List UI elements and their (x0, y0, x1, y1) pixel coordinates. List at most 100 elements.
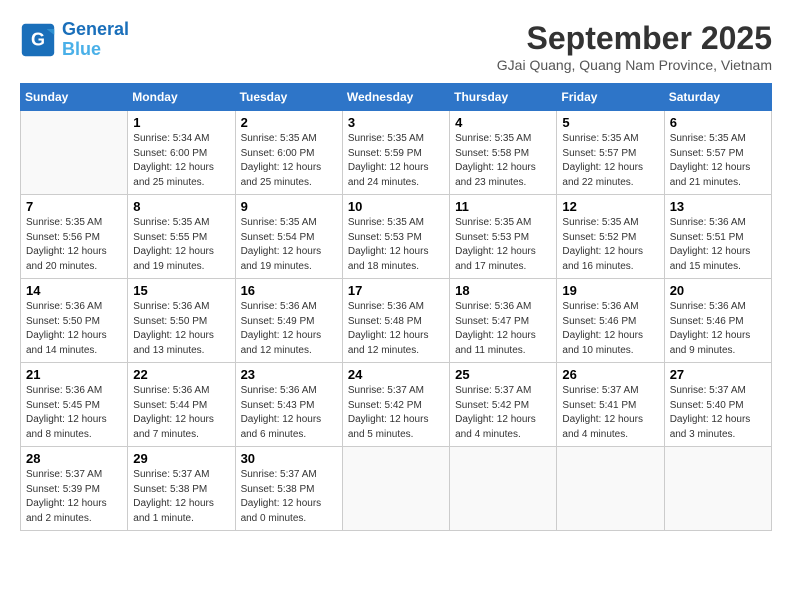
day-info: Sunrise: 5:36 AM Sunset: 5:43 PM Dayligh… (241, 384, 337, 442)
day-info: Sunrise: 5:35 AM Sunset: 5:57 PM Dayligh… (562, 132, 658, 190)
column-header-sunday: Sunday (21, 84, 128, 111)
calendar-cell: 26 Sunrise: 5:37 AM Sunset: 5:41 PM Dayli… (557, 363, 664, 447)
day-number: 12 (562, 199, 658, 214)
day-info: Sunrise: 5:36 AM Sunset: 5:46 PM Dayligh… (562, 300, 658, 358)
month-title: September 2025 (497, 20, 772, 57)
day-number: 10 (348, 199, 444, 214)
day-info: Sunrise: 5:37 AM Sunset: 5:40 PM Dayligh… (670, 384, 766, 442)
calendar-cell (557, 447, 664, 531)
column-header-friday: Friday (557, 84, 664, 111)
day-number: 13 (670, 199, 766, 214)
day-number: 25 (455, 367, 551, 382)
day-info: Sunrise: 5:35 AM Sunset: 5:57 PM Dayligh… (670, 132, 766, 190)
day-number: 23 (241, 367, 337, 382)
calendar-cell: 10 Sunrise: 5:35 AM Sunset: 5:53 PM Dayli… (342, 195, 449, 279)
calendar-cell: 17 Sunrise: 5:36 AM Sunset: 5:48 PM Dayli… (342, 279, 449, 363)
calendar-cell: 30Sunrise: 5:37 AM Sunset: 5:38 PM Dayli… (235, 447, 342, 531)
calendar-cell: 21 Sunrise: 5:36 AM Sunset: 5:45 PM Dayli… (21, 363, 128, 447)
day-number: 21 (26, 367, 122, 382)
logo-text: General Blue (62, 20, 129, 60)
calendar-week-row: 7Sunrise: 5:35 AM Sunset: 5:56 PM Daylig… (21, 195, 772, 279)
day-number: 17 (348, 283, 444, 298)
calendar-cell (664, 447, 771, 531)
day-info: Sunrise: 5:34 AM Sunset: 6:00 PM Dayligh… (133, 132, 229, 190)
day-number: 16 (241, 283, 337, 298)
calendar-cell: 9Sunrise: 5:35 AM Sunset: 5:54 PM Daylig… (235, 195, 342, 279)
column-header-wednesday: Wednesday (342, 84, 449, 111)
day-number: 30 (241, 451, 337, 466)
day-info: Sunrise: 5:35 AM Sunset: 6:00 PM Dayligh… (241, 132, 337, 190)
column-header-monday: Monday (128, 84, 235, 111)
day-number: 14 (26, 283, 122, 298)
calendar-cell: 18 Sunrise: 5:36 AM Sunset: 5:47 PM Dayli… (450, 279, 557, 363)
day-number: 15 (133, 283, 229, 298)
calendar-header-row: SundayMondayTuesdayWednesdayThursdayFrid… (21, 84, 772, 111)
calendar-cell: 12 Sunrise: 5:35 AM Sunset: 5:52 PM Dayli… (557, 195, 664, 279)
calendar-cell: 2 Sunrise: 5:35 AM Sunset: 6:00 PM Daylig… (235, 111, 342, 195)
day-info: Sunrise: 5:35 AM Sunset: 5:55 PM Dayligh… (133, 216, 229, 274)
calendar-cell: 20Sunrise: 5:36 AM Sunset: 5:46 PM Dayli… (664, 279, 771, 363)
calendar-cell: 16 Sunrise: 5:36 AM Sunset: 5:49 PM Dayli… (235, 279, 342, 363)
day-number: 3 (348, 115, 444, 130)
calendar-cell: 25 Sunrise: 5:37 AM Sunset: 5:42 PM Dayli… (450, 363, 557, 447)
day-number: 8 (133, 199, 229, 214)
day-info: Sunrise: 5:36 AM Sunset: 5:48 PM Dayligh… (348, 300, 444, 358)
day-number: 6 (670, 115, 766, 130)
calendar-cell: 27Sunrise: 5:37 AM Sunset: 5:40 PM Dayli… (664, 363, 771, 447)
day-info: Sunrise: 5:36 AM Sunset: 5:51 PM Dayligh… (670, 216, 766, 274)
calendar-cell: 1 Sunrise: 5:34 AM Sunset: 6:00 PM Daylig… (128, 111, 235, 195)
calendar-cell: 7Sunrise: 5:35 AM Sunset: 5:56 PM Daylig… (21, 195, 128, 279)
calendar-cell: 29 Sunrise: 5:37 AM Sunset: 5:38 PM Dayli… (128, 447, 235, 531)
day-number: 26 (562, 367, 658, 382)
logo: G General Blue (20, 20, 129, 60)
calendar-week-row: 28Sunrise: 5:37 AM Sunset: 5:39 PM Dayli… (21, 447, 772, 531)
day-number: 20 (670, 283, 766, 298)
column-header-saturday: Saturday (664, 84, 771, 111)
calendar-table: SundayMondayTuesdayWednesdayThursdayFrid… (20, 83, 772, 531)
calendar-cell: 8 Sunrise: 5:35 AM Sunset: 5:55 PM Daylig… (128, 195, 235, 279)
calendar-cell (450, 447, 557, 531)
page-header: G General Blue September 2025 GJai Quang… (20, 20, 772, 73)
day-number: 18 (455, 283, 551, 298)
calendar-cell: 23 Sunrise: 5:36 AM Sunset: 5:43 PM Dayli… (235, 363, 342, 447)
calendar-cell (342, 447, 449, 531)
day-info: Sunrise: 5:35 AM Sunset: 5:59 PM Dayligh… (348, 132, 444, 190)
day-info: Sunrise: 5:35 AM Sunset: 5:52 PM Dayligh… (562, 216, 658, 274)
calendar-week-row: 21 Sunrise: 5:36 AM Sunset: 5:45 PM Dayli… (21, 363, 772, 447)
title-block: September 2025 GJai Quang, Quang Nam Pro… (497, 20, 772, 73)
calendar-cell: 13 Sunrise: 5:36 AM Sunset: 5:51 PM Dayli… (664, 195, 771, 279)
day-info: Sunrise: 5:37 AM Sunset: 5:42 PM Dayligh… (455, 384, 551, 442)
calendar-cell: 4 Sunrise: 5:35 AM Sunset: 5:58 PM Daylig… (450, 111, 557, 195)
day-info: Sunrise: 5:36 AM Sunset: 5:45 PM Dayligh… (26, 384, 122, 442)
day-number: 4 (455, 115, 551, 130)
calendar-cell: 24Sunrise: 5:37 AM Sunset: 5:42 PM Dayli… (342, 363, 449, 447)
day-info: Sunrise: 5:36 AM Sunset: 5:50 PM Dayligh… (133, 300, 229, 358)
calendar-week-row: 14 Sunrise: 5:36 AM Sunset: 5:50 PM Dayli… (21, 279, 772, 363)
day-info: Sunrise: 5:37 AM Sunset: 5:38 PM Dayligh… (133, 468, 229, 526)
day-info: Sunrise: 5:36 AM Sunset: 5:49 PM Dayligh… (241, 300, 337, 358)
day-info: Sunrise: 5:35 AM Sunset: 5:58 PM Dayligh… (455, 132, 551, 190)
calendar-cell: 22Sunrise: 5:36 AM Sunset: 5:44 PM Dayli… (128, 363, 235, 447)
day-info: Sunrise: 5:35 AM Sunset: 5:56 PM Dayligh… (26, 216, 122, 274)
calendar-cell (21, 111, 128, 195)
calendar-cell: 14 Sunrise: 5:36 AM Sunset: 5:50 PM Dayli… (21, 279, 128, 363)
day-info: Sunrise: 5:37 AM Sunset: 5:41 PM Dayligh… (562, 384, 658, 442)
day-number: 2 (241, 115, 337, 130)
calendar-week-row: 1 Sunrise: 5:34 AM Sunset: 6:00 PM Daylig… (21, 111, 772, 195)
day-number: 29 (133, 451, 229, 466)
day-info: Sunrise: 5:36 AM Sunset: 5:47 PM Dayligh… (455, 300, 551, 358)
calendar-cell: 15 Sunrise: 5:36 AM Sunset: 5:50 PM Dayli… (128, 279, 235, 363)
calendar-cell: 19 Sunrise: 5:36 AM Sunset: 5:46 PM Dayli… (557, 279, 664, 363)
location-subtitle: GJai Quang, Quang Nam Province, Vietnam (497, 57, 772, 73)
logo-icon: G (20, 22, 56, 58)
day-number: 5 (562, 115, 658, 130)
day-number: 1 (133, 115, 229, 130)
day-info: Sunrise: 5:35 AM Sunset: 5:53 PM Dayligh… (348, 216, 444, 274)
day-number: 22 (133, 367, 229, 382)
day-number: 11 (455, 199, 551, 214)
day-number: 19 (562, 283, 658, 298)
calendar-cell: 3 Sunrise: 5:35 AM Sunset: 5:59 PM Daylig… (342, 111, 449, 195)
column-header-tuesday: Tuesday (235, 84, 342, 111)
day-info: Sunrise: 5:35 AM Sunset: 5:53 PM Dayligh… (455, 216, 551, 274)
day-info: Sunrise: 5:36 AM Sunset: 5:50 PM Dayligh… (26, 300, 122, 358)
